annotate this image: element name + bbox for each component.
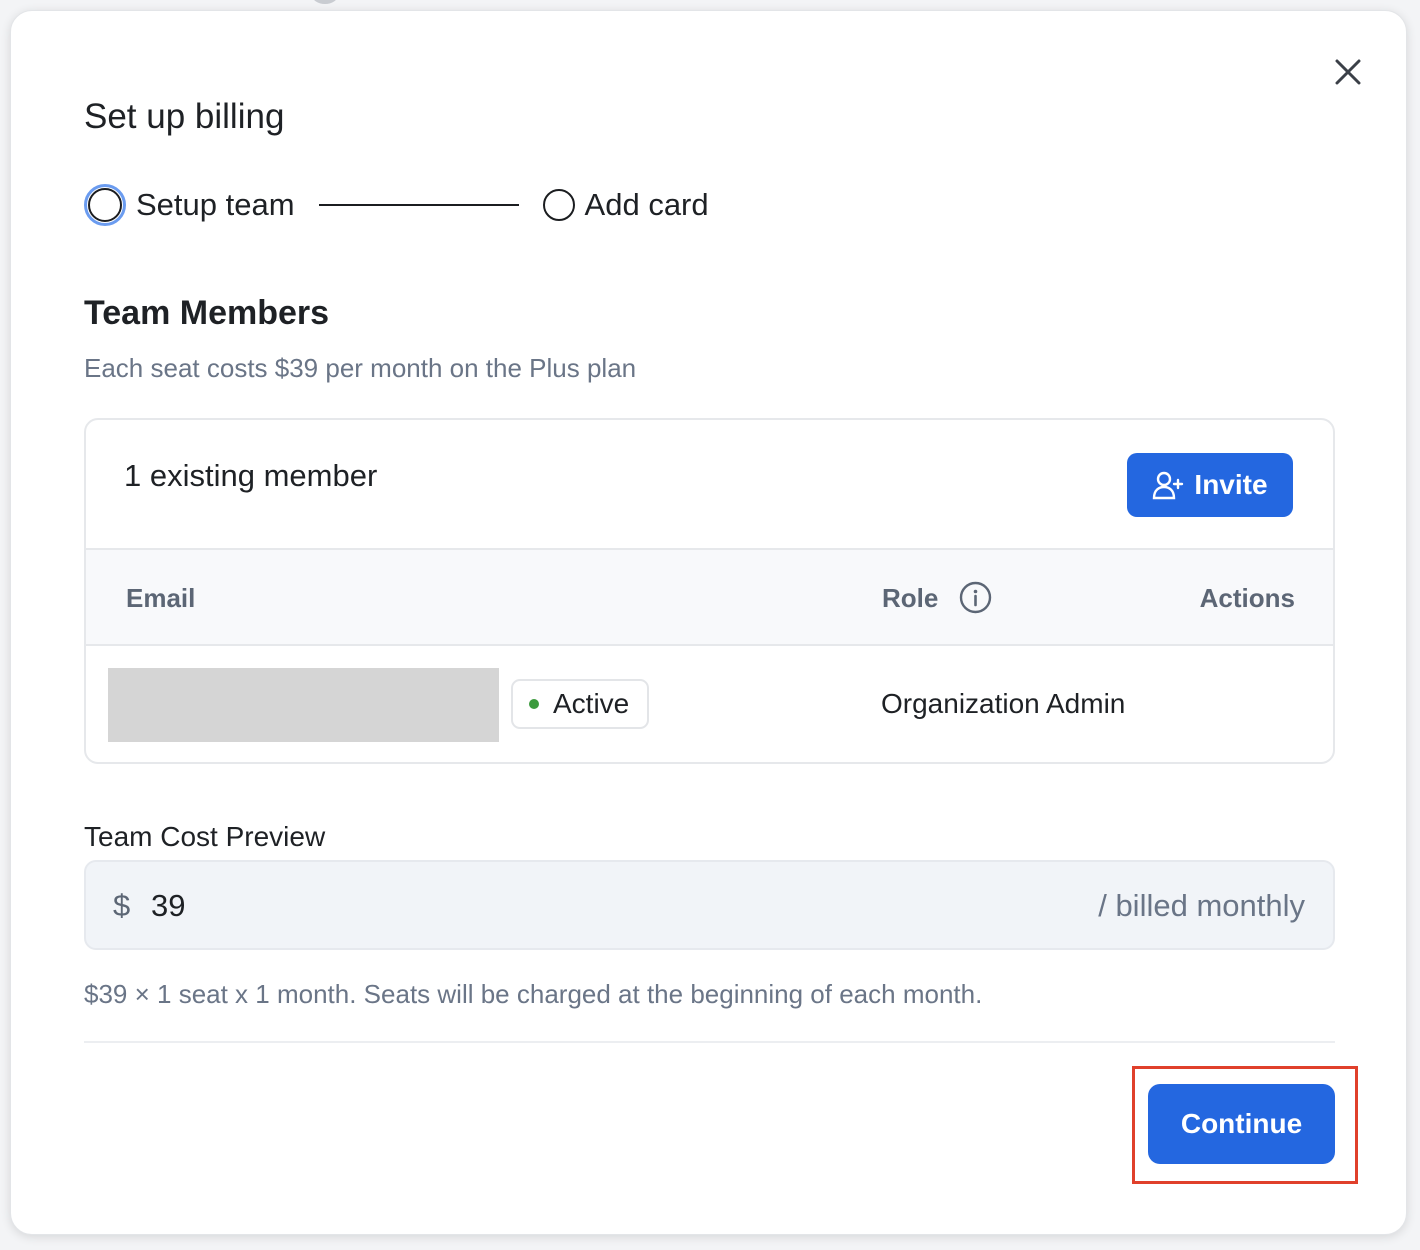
close-icon <box>1335 59 1361 85</box>
billing-stepper: Setup team Add card <box>84 183 709 227</box>
status-badge: Active <box>511 679 650 729</box>
cost-preview-label: Team Cost Preview <box>84 821 326 852</box>
status-label: Active <box>553 688 630 719</box>
team-members-title: Team Members <box>84 294 330 332</box>
step-circle <box>88 188 122 222</box>
team-members-subtitle: Each seat costs $39 per month on the Plu… <box>84 353 637 383</box>
redacted-email <box>108 668 499 742</box>
column-header-actions: Actions <box>1199 583 1295 613</box>
dialog-title: Set up billing <box>84 97 285 136</box>
currency-symbol: $ <box>113 888 131 923</box>
billing-dialog: Set up billing Setup team Add card Team … <box>10 10 1407 1235</box>
column-header-role: Role <box>882 583 939 613</box>
user-plus-icon <box>1153 471 1184 500</box>
member-role: Organization Admin <box>881 688 1126 719</box>
billing-period: / billed monthly <box>1098 888 1305 923</box>
step-indicator-upcoming <box>542 189 575 221</box>
step-label-add-card: Add card <box>584 187 709 222</box>
step-label-setup-team: Setup team <box>136 187 295 222</box>
existing-members-count: 1 existing member <box>124 458 378 493</box>
members-card-header: 1 existing member Invite <box>86 420 1333 550</box>
footer-divider <box>84 1041 1335 1043</box>
column-header-email: Email <box>126 583 196 613</box>
cost-preview-field: $ 39 / billed monthly <box>84 860 1335 950</box>
invite-button[interactable]: Invite <box>1127 453 1293 517</box>
cost-amount: 39 <box>151 888 186 923</box>
step-indicator-current <box>84 184 126 226</box>
invite-label: Invite <box>1194 469 1268 500</box>
table-row: Active Organization Admin <box>86 646 1333 762</box>
step-connector <box>318 204 519 206</box>
continue-label: Continue <box>1180 1108 1303 1139</box>
continue-button[interactable]: Continue <box>1148 1084 1335 1164</box>
members-table-header: Email Role Actions <box>86 550 1333 646</box>
background-element <box>312 0 338 4</box>
info-icon[interactable] <box>959 581 992 614</box>
status-dot-icon <box>529 699 539 709</box>
cost-note: $39 × 1 seat x 1 month. Seats will be ch… <box>84 979 983 1009</box>
close-button[interactable] <box>1331 55 1365 89</box>
members-card: 1 existing member Invite Email Role Acti… <box>84 418 1335 764</box>
